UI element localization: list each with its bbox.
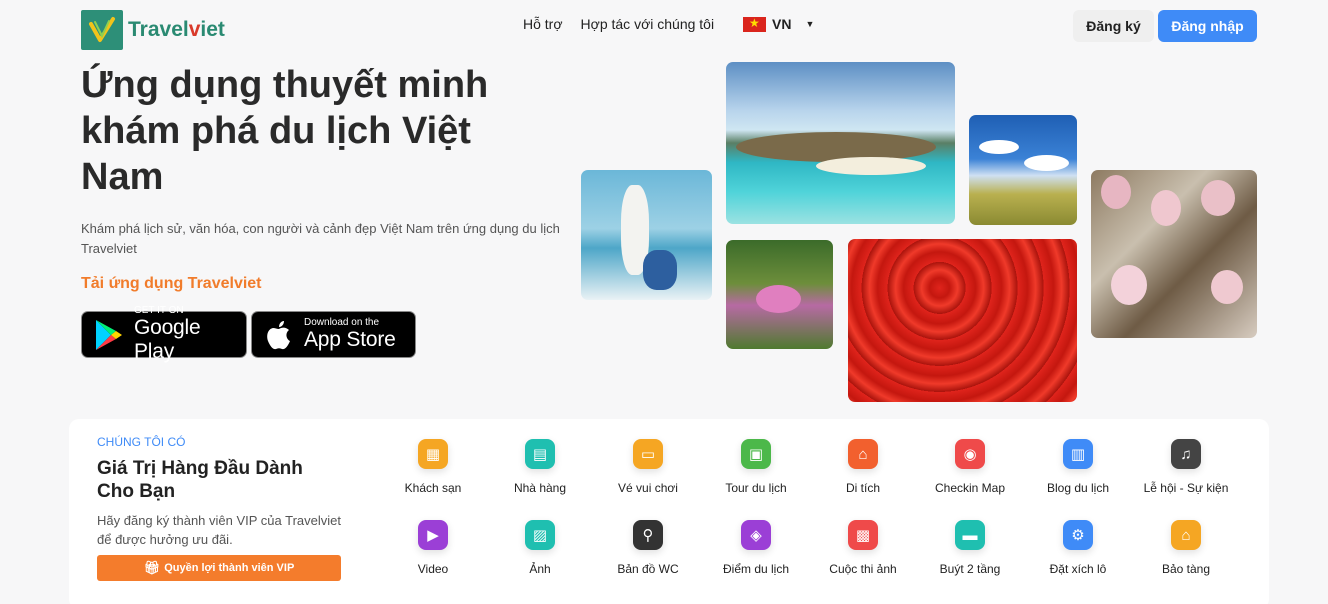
hero-description: Khám phá lịch sử, văn hóa, con người và … — [81, 221, 560, 256]
feature-item[interactable]: ▦ Khách sạn — [373, 439, 493, 495]
museum-icon: ⌂ — [1171, 520, 1201, 550]
feature-label: Ảnh — [529, 562, 551, 576]
header: Travelviet Hỗ trợ Hợp tác với chúng tôi … — [0, 0, 1328, 52]
video-icon: ▶ — [418, 520, 448, 550]
bus-icon: ▬ — [955, 520, 985, 550]
chevron-down-icon: ▼ — [805, 19, 815, 29]
feature-label: Đặt xích lô — [1049, 562, 1107, 576]
gift-icon: 🎁︎ — [143, 560, 161, 575]
features-description: Hãy đăng ký thành viên VIP của Travelvie… — [97, 513, 342, 547]
image-icon: ▨ — [525, 520, 555, 550]
vip-benefits-label: Quyền lợi thành viên VIP — [164, 562, 295, 574]
logo[interactable]: Travelviet — [81, 10, 225, 50]
feature-item[interactable]: ▣ Tour du lịch — [696, 439, 816, 495]
feature-item[interactable]: ▩ Cuộc thi ảnh — [803, 520, 923, 576]
feature-label: Tour du lịch — [725, 481, 787, 495]
photo-lotus-buds — [1091, 170, 1257, 338]
google-play-big-text: Google Play — [133, 316, 201, 363]
vietnam-flag-icon — [743, 16, 766, 32]
register-button[interactable]: Đăng ký — [1073, 10, 1154, 42]
app-store-small-text: Download on the — [304, 317, 380, 328]
app-store-big-text: App Store — [304, 328, 396, 351]
blog-icon: ▥ — [1063, 439, 1093, 469]
feature-item[interactable]: ▥ Blog du lịch — [1018, 439, 1138, 495]
language-code: VN — [772, 16, 792, 32]
restaurant-icon: ▤ — [525, 439, 555, 469]
hero-title: Ứng dụng thuyết minh khám phá du lịch Vi… — [81, 64, 489, 198]
hotel-icon: ▦ — [418, 439, 448, 469]
wc-icon: ⚲ — [633, 520, 663, 550]
vip-benefits-button[interactable]: 🎁︎ Quyền lợi thành viên VIP — [97, 555, 341, 581]
tour-icon: ▣ — [741, 439, 771, 469]
cyclo-icon: ⚙ — [1063, 520, 1093, 550]
feature-label: Bản đồ WC — [617, 562, 679, 576]
google-play-small-text: GET IT ON — [133, 305, 184, 316]
ticket-icon: ▭ — [633, 439, 663, 469]
feature-label: Nhà hàng — [513, 481, 567, 495]
feature-label: Blog du lịch — [1046, 481, 1110, 495]
feature-label: Vé vui chơi — [618, 481, 678, 495]
feature-item[interactable]: ⚙ Đặt xích lô — [1018, 520, 1138, 576]
feature-label: Buýt 2 tầng — [939, 562, 1001, 576]
main-nav: Hỗ trợ Hợp tác với chúng tôi — [523, 16, 714, 32]
language-selector[interactable]: VN ▼ — [743, 16, 814, 32]
photo-couple-beach — [581, 170, 712, 300]
feature-item[interactable]: ▶ Video — [373, 520, 493, 576]
feature-label: Checkin Map — [934, 481, 1006, 495]
features-title: Giá Trị Hàng Đầu Dành Cho Bạn — [97, 458, 303, 502]
download-heading: Tải ứng dụng Travelviet — [81, 275, 262, 292]
monument-icon: ⌂ — [848, 439, 878, 469]
feature-item[interactable]: ▤ Nhà hàng — [480, 439, 600, 495]
feature-item[interactable]: ▬ Buýt 2 tầng — [910, 520, 1030, 576]
photo-field-sky — [969, 115, 1077, 225]
feature-item[interactable]: ▨ Ảnh — [480, 520, 600, 576]
map-pin-icon: ◉ — [955, 439, 985, 469]
feature-label: Lễ hội - Sự kiện — [1143, 481, 1229, 495]
logo-text: Travelviet — [128, 18, 225, 41]
feature-item[interactable]: ◉ Checkin Map — [910, 439, 1030, 495]
feature-label: Bảo tàng — [1161, 562, 1211, 576]
feature-item[interactable]: ◈ Điểm du lịch — [696, 520, 816, 576]
feature-label: Khách sạn — [404, 481, 462, 495]
google-play-button[interactable]: GET IT ON Google Play — [81, 305, 247, 363]
feature-label: Điểm du lịch — [722, 562, 790, 576]
feature-item[interactable]: ▭ Vé vui chơi — [588, 439, 708, 495]
photo-island-resort — [726, 62, 955, 224]
photo-contest-icon: ▩ — [848, 520, 878, 550]
feature-item[interactable]: ⌂ Di tích — [803, 439, 923, 495]
logo-icon — [81, 10, 123, 50]
festival-icon: ♫ — [1171, 439, 1201, 469]
features-kicker: CHÚNG TÔI CÓ — [97, 435, 186, 449]
feature-item[interactable]: ⚲ Bản đồ WC — [588, 520, 708, 576]
feature-label: Cuộc thi ảnh — [829, 562, 897, 576]
login-button[interactable]: Đăng nhập — [1158, 10, 1257, 42]
photo-lotus-flower — [726, 240, 833, 349]
photo-red-fields — [848, 239, 1077, 402]
location-icon: ◈ — [741, 520, 771, 550]
feature-item[interactable]: ♫ Lễ hội - Sự kiện — [1126, 439, 1246, 495]
app-store-button[interactable]: Download on the App Store — [251, 311, 416, 358]
google-play-icon — [92, 318, 126, 352]
feature-label: Video — [417, 562, 449, 576]
feature-item[interactable]: ⌂ Bảo tàng — [1126, 520, 1246, 576]
nav-partner-link[interactable]: Hợp tác với chúng tôi — [581, 16, 715, 32]
apple-icon — [262, 318, 296, 352]
nav-support-link[interactable]: Hỗ trợ — [523, 16, 563, 32]
feature-label: Di tích — [845, 481, 880, 495]
